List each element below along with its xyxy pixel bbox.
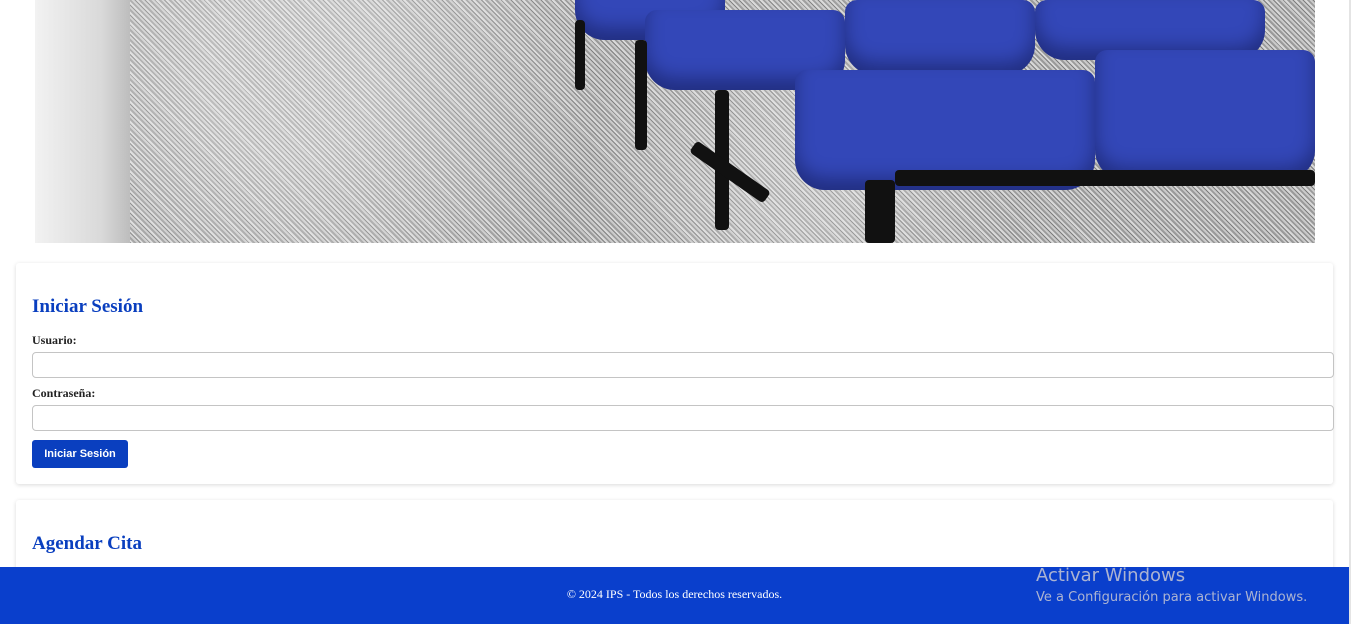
appointment-title: Agendar Cita [32, 533, 142, 554]
watermark-title: Activar Windows [1036, 565, 1186, 586]
login-button[interactable]: Iniciar Sesión [32, 440, 128, 468]
watermark-subtitle: Ve a Configuración para activar Windows. [1036, 590, 1308, 605]
user-label: Usuario: [32, 333, 77, 347]
chair-leg [689, 140, 771, 204]
login-card: Iniciar Sesión Usuario: Contraseña: Inic… [16, 263, 1334, 484]
hero-image [35, 0, 1315, 243]
user-input[interactable] [32, 352, 1334, 378]
chair-leg [575, 20, 585, 90]
chair-leg [865, 180, 895, 243]
chair-seat [845, 0, 1035, 75]
windows-activation-watermark: Activar Windows Ve a Configuración para … [1036, 565, 1307, 605]
login-title: Iniciar Sesión [32, 296, 144, 317]
chair-seat [1095, 50, 1315, 180]
chair-leg [635, 40, 647, 150]
password-input[interactable] [32, 405, 1334, 431]
password-label: Contraseña: [32, 386, 96, 400]
chair-leg [895, 170, 1315, 186]
hero-wall [35, 0, 130, 243]
